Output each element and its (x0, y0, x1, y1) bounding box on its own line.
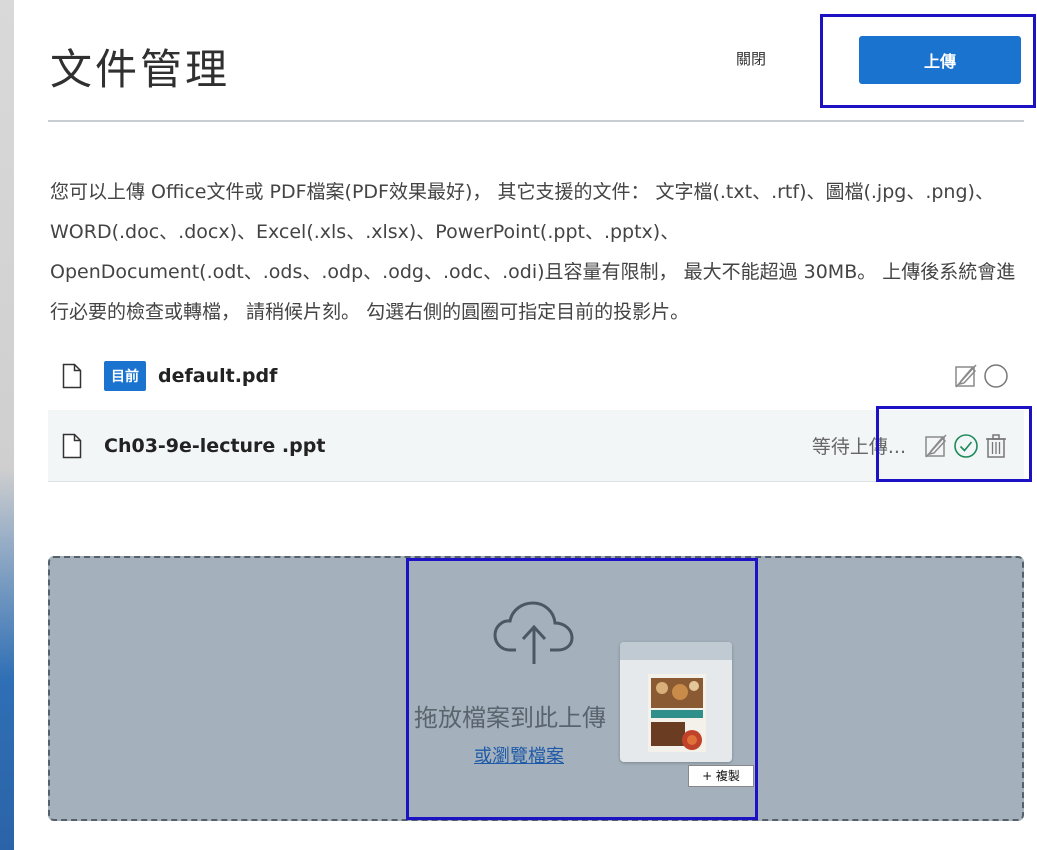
edit-disabled-icon[interactable] (952, 362, 980, 390)
file-name: default.pdf (158, 364, 278, 387)
radio-circle-icon[interactable] (982, 362, 1010, 390)
current-badge: 目前 (104, 360, 146, 391)
annotation-box-dropzone (406, 558, 758, 820)
background-page (0, 0, 14, 850)
file-icon (62, 433, 82, 459)
upload-instructions: 您可以上傳 Office文件或 PDF檔案(PDF效果最好)， 其它支援的文件：… (50, 181, 1016, 323)
header-divider (48, 120, 1024, 122)
file-icon (62, 363, 82, 389)
modal-title: 文件管理 (50, 45, 231, 94)
file-actions (952, 362, 1010, 390)
annotation-box-actions (876, 406, 1032, 482)
close-button[interactable]: 關閉 (736, 48, 766, 69)
annotation-box-upload (820, 14, 1036, 108)
file-name: Ch03-9e-lecture .ppt (104, 434, 326, 457)
document-manager-modal: 文件管理 關閉 上傳 您可以上傳 Office文件或 PDF檔案(PDF效果最好… (14, 0, 1037, 850)
file-row-default: 目前 default.pdf (48, 340, 1024, 412)
